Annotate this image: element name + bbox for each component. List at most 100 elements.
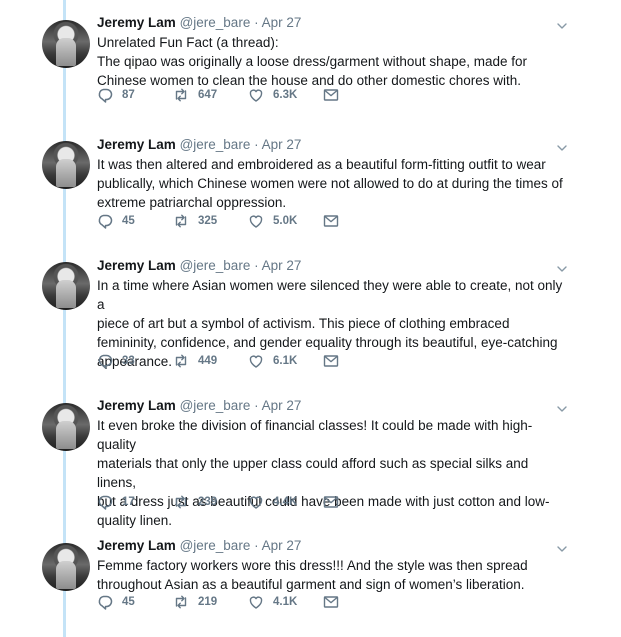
tweet-actions: 45 219 4.1K <box>97 593 357 611</box>
heart-icon <box>248 353 264 369</box>
reply-button[interactable]: 17 <box>97 493 135 511</box>
tweet-text-line: throughout Asian as a beautiful garment … <box>97 577 525 592</box>
author-name[interactable]: Jeremy Lam <box>97 538 176 553</box>
envelope-icon <box>323 594 339 610</box>
tweet-date[interactable]: Apr 27 <box>262 258 302 273</box>
heart-icon <box>248 494 264 510</box>
tweet-actions: 87 647 6.3K <box>97 86 357 104</box>
tweet-text-line: Femme factory workers wore this dress!!!… <box>97 558 528 573</box>
reply-icon <box>97 87 113 103</box>
tweet-text-line: It even broke the division of financial … <box>97 418 533 452</box>
heart-icon <box>248 213 264 229</box>
author-handle[interactable]: @jere_bare <box>180 137 251 152</box>
author-handle[interactable]: @jere_bare <box>180 15 251 30</box>
tweet-header: Jeremy Lam @jere_bare · Apr 27 <box>97 136 301 154</box>
tweet-text-line: extreme patriarchal oppression. <box>97 195 287 210</box>
header-separator: · <box>254 137 259 152</box>
tweet-text-line: quality linen. <box>97 513 173 528</box>
heart-icon <box>248 594 264 610</box>
tweet: Jeremy Lam @jere_bare · Apr 27 It even br… <box>0 397 621 528</box>
tweet-date[interactable]: Apr 27 <box>262 538 302 553</box>
like-button[interactable]: 6.1K <box>248 352 297 370</box>
tweet-text-line: Unrelated Fun Fact (a thread): <box>97 35 279 50</box>
tweet-date[interactable]: Apr 27 <box>262 398 302 413</box>
retweet-count: 325 <box>198 215 218 227</box>
avatar[interactable] <box>42 20 90 68</box>
tweet-date[interactable]: Apr 27 <box>262 137 302 152</box>
retweet-button[interactable]: 325 <box>173 212 217 230</box>
reply-icon <box>97 213 113 229</box>
chevron-down-icon[interactable] <box>557 541 567 552</box>
like-button[interactable]: 4.1K <box>248 593 297 611</box>
author-handle[interactable]: @jere_bare <box>180 538 251 553</box>
header-separator: · <box>254 398 259 413</box>
author-handle[interactable]: @jere_bare <box>180 398 251 413</box>
envelope-icon <box>323 494 339 510</box>
retweet-button[interactable]: 239 <box>173 493 217 511</box>
tweet: Jeremy Lam @jere_bare · Apr 27 Femme fact… <box>0 537 621 637</box>
chevron-down-icon[interactable] <box>557 401 567 412</box>
reply-button[interactable]: 45 <box>97 593 135 611</box>
avatar[interactable] <box>42 543 90 591</box>
chevron-down-icon[interactable] <box>557 140 567 151</box>
chevron-down-icon[interactable] <box>557 261 567 272</box>
tweet-actions: 17 239 4.4K <box>97 493 357 511</box>
tweet-text-line: materials that only the upper class coul… <box>97 456 529 490</box>
header-separator: · <box>254 538 259 553</box>
direct-message-button[interactable] <box>323 493 339 511</box>
reply-icon <box>97 353 113 369</box>
retweet-icon <box>173 213 189 229</box>
direct-message-button[interactable] <box>323 212 339 230</box>
reply-count: 45 <box>122 215 135 227</box>
avatar[interactable] <box>42 403 90 451</box>
tweet: Jeremy Lam @jere_bare · Apr 27 It was the… <box>0 136 621 251</box>
like-button[interactable]: 4.4K <box>248 493 297 511</box>
direct-message-button[interactable] <box>323 352 339 370</box>
author-name[interactable]: Jeremy Lam <box>97 258 176 273</box>
retweet-count: 449 <box>198 355 218 367</box>
tweet-text-line: It was then altered and embroidered as a… <box>97 157 546 172</box>
avatar[interactable] <box>42 262 90 310</box>
retweet-icon <box>173 353 189 369</box>
tweet-text: Femme factory workers wore this dress!!!… <box>97 556 567 594</box>
tweet-thread: Jeremy Lam @jere_bare · Apr 27 Unrelated … <box>0 0 621 637</box>
avatar[interactable] <box>42 141 90 189</box>
envelope-icon <box>323 353 339 369</box>
like-count: 6.1K <box>273 355 298 367</box>
chevron-down-icon[interactable] <box>557 18 567 29</box>
like-count: 4.1K <box>273 596 298 608</box>
header-separator: · <box>254 258 259 273</box>
tweet: Jeremy Lam @jere_bare · Apr 27 In a time … <box>0 257 621 372</box>
reply-button[interactable]: 33 <box>97 352 135 370</box>
tweet-date[interactable]: Apr 27 <box>262 15 302 30</box>
tweet-text: It was then altered and embroidered as a… <box>97 155 567 212</box>
tweet-actions: 33 449 6.1K <box>97 352 357 370</box>
like-count: 6.3K <box>273 89 298 101</box>
reply-icon <box>97 494 113 510</box>
direct-message-button[interactable] <box>323 593 339 611</box>
heart-icon <box>248 87 264 103</box>
tweet-actions: 45 325 5.0K <box>97 212 357 230</box>
author-handle[interactable]: @jere_bare <box>180 258 251 273</box>
retweet-count: 239 <box>198 496 218 508</box>
author-name[interactable]: Jeremy Lam <box>97 137 176 152</box>
like-button[interactable]: 5.0K <box>248 212 297 230</box>
retweet-icon <box>173 494 189 510</box>
reply-count: 45 <box>122 596 135 608</box>
retweet-button[interactable]: 219 <box>173 593 217 611</box>
reply-button[interactable]: 45 <box>97 212 135 230</box>
tweet-text-line: In a time where Asian women were silence… <box>97 278 563 312</box>
author-name[interactable]: Jeremy Lam <box>97 398 176 413</box>
retweet-button[interactable]: 647 <box>173 86 217 104</box>
tweet: Jeremy Lam @jere_bare · Apr 27 Unrelated … <box>0 14 621 129</box>
direct-message-button[interactable] <box>323 86 339 104</box>
like-button[interactable]: 6.3K <box>248 86 297 104</box>
tweet-text-line: piece of art but a symbol of activism. T… <box>97 316 510 331</box>
author-name[interactable]: Jeremy Lam <box>97 15 176 30</box>
retweet-icon <box>173 594 189 610</box>
reply-button[interactable]: 87 <box>97 86 135 104</box>
tweet-text-line: The qipao was originally a loose dress/g… <box>97 54 527 69</box>
retweet-button[interactable]: 449 <box>173 352 217 370</box>
tweet-header: Jeremy Lam @jere_bare · Apr 27 <box>97 14 301 32</box>
tweet-header: Jeremy Lam @jere_bare · Apr 27 <box>97 257 301 275</box>
